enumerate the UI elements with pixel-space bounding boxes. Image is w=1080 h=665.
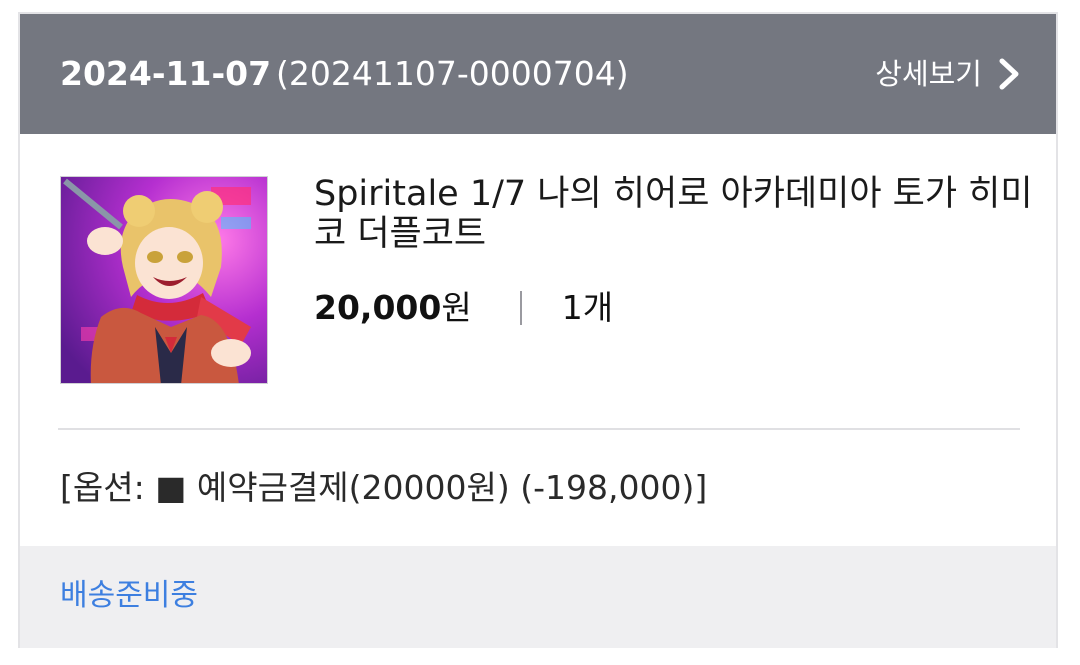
shipping-status: 배송준비중	[60, 578, 198, 613]
option-info: [옵션: ■ 예약금결제(20000원) (-198,000)]	[60, 468, 708, 507]
product-name[interactable]: Spiritale 1/7 나의 히어로 아카데미아 토가 히미코 더플코트	[314, 174, 1054, 254]
detail-view-label: 상세보기	[875, 57, 982, 91]
price-unit: 원	[441, 288, 472, 327]
chevron-right-icon	[996, 57, 1022, 91]
product-image[interactable]	[60, 176, 268, 384]
order-date: 2024-11-07	[60, 54, 272, 93]
price-quantity-row: 20,000 원 1개	[314, 286, 613, 330]
separator	[519, 291, 522, 325]
order-header: 2024-11-07 (20241107-0000704) 상세보기	[20, 14, 1056, 134]
product-price: 20,000	[314, 288, 442, 327]
divider	[58, 428, 1020, 430]
status-bar: 배송준비중	[20, 546, 1056, 648]
detail-view-link[interactable]: 상세보기	[875, 54, 1022, 94]
product-quantity: 1개	[561, 288, 614, 327]
order-number: (20241107-0000704)	[276, 54, 629, 93]
order-card: 2024-11-07 (20241107-0000704) 상세보기 Spiri…	[18, 12, 1058, 648]
